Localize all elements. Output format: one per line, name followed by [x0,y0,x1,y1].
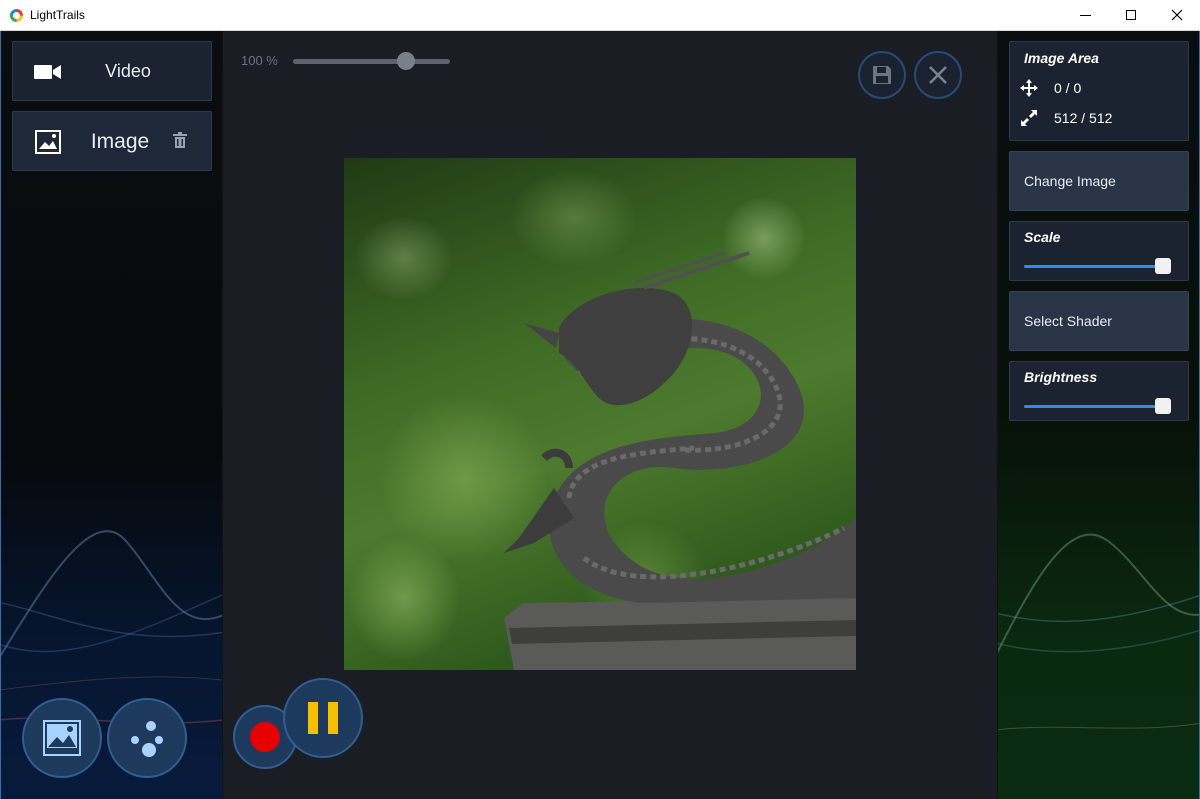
maximize-button[interactable] [1108,0,1154,30]
scale-title: Scale [1024,229,1061,245]
position-row: 0 / 0 [1020,79,1081,97]
brightness-card: Brightness [1009,361,1189,421]
sidebar-item-video[interactable]: Video [12,41,212,101]
properties-panel: Image Area 0 / 0 512 / 512 Change Image … [997,31,1200,799]
size-row: 512 / 512 [1020,109,1112,127]
resize-icon [1021,110,1037,126]
record-icon [250,722,280,752]
pause-icon [308,702,338,734]
minimize-icon [1079,14,1091,16]
dragon-statue-photo [504,251,856,670]
zoom-label: 100 % [241,53,278,68]
sidebar-item-image[interactable]: Image [12,111,212,171]
close-icon [929,66,947,84]
floppy-disk-icon [873,66,891,84]
zoom-slider-thumb[interactable] [397,52,415,70]
change-image-button[interactable]: Change Image [1009,151,1189,211]
add-image-layer-button[interactable] [22,698,102,778]
app-logo-icon [10,9,23,22]
video-camera-icon [33,60,63,84]
close-icon [1171,9,1183,21]
layers-panel: Video Image [0,31,223,799]
sidebar-item-label: Video [105,61,151,81]
image-canvas[interactable] [344,158,856,670]
select-shader-button[interactable]: Select Shader [1009,291,1189,351]
save-button[interactable] [858,51,906,99]
brightness-slider[interactable] [1024,405,1164,408]
scale-slider[interactable] [1024,265,1164,268]
add-image-icon [43,720,81,756]
image-area-title: Image Area [1024,50,1099,66]
particles-icon [131,721,163,757]
minimize-button[interactable] [1062,0,1108,30]
brightness-title: Brightness [1024,369,1098,385]
pause-button[interactable] [283,678,363,758]
close-window-button[interactable] [1154,0,1200,30]
sidebar-item-label: Image [90,130,150,153]
close-preview-button[interactable] [914,51,962,99]
window-title: LightTrails [30,8,85,22]
add-particles-layer-button[interactable] [107,698,187,778]
brightness-slider-thumb[interactable] [1155,398,1171,414]
trash-icon [173,132,187,148]
move-icon [1020,79,1038,97]
position-value: 0 / 0 [1054,80,1082,96]
scale-slider-thumb[interactable] [1155,258,1171,274]
zoom-slider[interactable] [293,59,450,64]
image-icon [33,130,63,154]
title-bar: LightTrails [0,0,1200,31]
maximize-icon [1126,10,1136,20]
size-value: 512 / 512 [1054,110,1113,126]
image-area-card: Image Area 0 / 0 512 / 512 [1009,41,1189,141]
preview-area: 100 % [223,31,997,799]
scale-card: Scale [1009,221,1189,281]
delete-layer-button[interactable] [173,132,187,153]
